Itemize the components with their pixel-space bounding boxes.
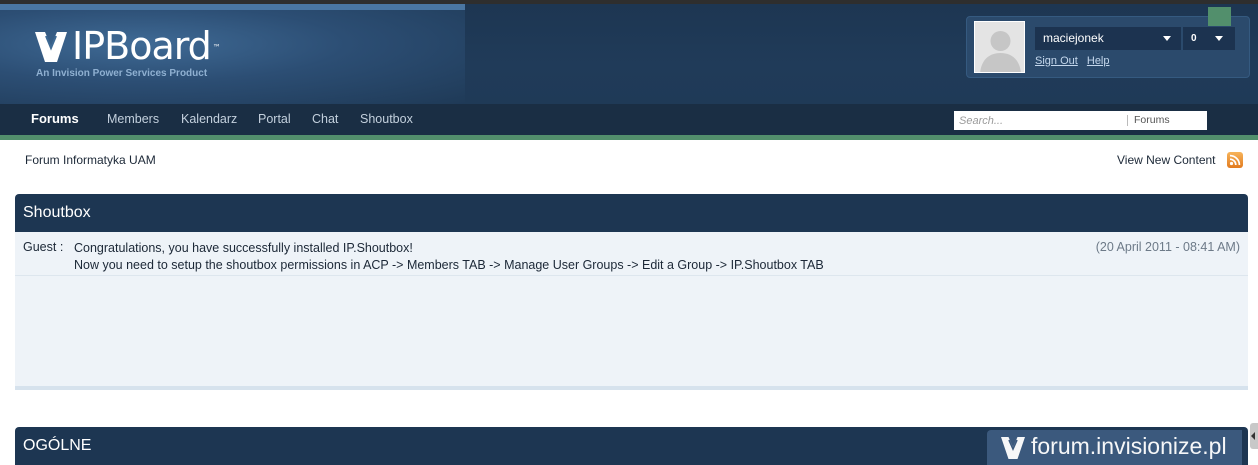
user-menu-dropdown[interactable]: maciejonek [1035, 27, 1181, 50]
logo-wordmark: IPBoard ™ [72, 24, 221, 68]
avatar-placeholder-icon [975, 22, 1024, 72]
tab-shoutbox[interactable]: Shoutbox [360, 104, 413, 135]
logo-text: IPBoard [72, 24, 212, 68]
shout-author[interactable]: Guest : [23, 240, 63, 254]
category-title-text[interactable]: OGÓLNE [23, 437, 91, 454]
sign-out-link[interactable]: Sign Out [1035, 55, 1078, 67]
shout-message-line-1: Congratulations, you have successfully i… [74, 241, 413, 255]
caret-down-icon [1215, 36, 1223, 41]
tab-forums[interactable]: Forums [31, 104, 79, 135]
breadcrumb-home[interactable]: Forum Informatyka UAM [25, 153, 156, 167]
notification-count: 0 [1191, 33, 1197, 44]
header-branding-area [0, 4, 465, 104]
rss-icon[interactable] [1227, 152, 1243, 168]
search-input[interactable] [954, 111, 1124, 130]
watermark-logo-icon [1001, 437, 1025, 459]
shout-message: Congratulations, you have successfully i… [74, 240, 824, 273]
shout-timestamp: (20 April 2011 - 08:41 AM) [1095, 240, 1240, 254]
user-links: Sign Out Help [1035, 55, 1116, 67]
search-scope-selector[interactable]: Forums [1134, 111, 1170, 130]
primary-navigation: Forums Members Kalendarz Portal Chat Sho… [0, 104, 1258, 135]
ipboard-logo-icon [35, 32, 67, 62]
username: maciejonek [1043, 31, 1104, 45]
avatar[interactable] [974, 21, 1025, 73]
shoutbox-footer-bar [15, 386, 1248, 390]
site-watermark: forum.invisionize.pl [987, 430, 1242, 465]
tab-members[interactable]: Members [107, 104, 159, 135]
tab-chat[interactable]: Chat [312, 104, 338, 135]
navbar-accent-line [0, 135, 1258, 140]
help-link[interactable]: Help [1087, 55, 1110, 67]
search-divider [1127, 115, 1128, 126]
logo-subtitle: An Invision Power Services Product [36, 68, 208, 79]
watermark-text: forum.invisionize.pl [1031, 433, 1227, 459]
shout-message-line-2: Now you need to setup the shoutbox permi… [74, 257, 824, 272]
notifications-dropdown[interactable]: 0 [1183, 27, 1235, 50]
shoutbox-body: Guest : Congratulations, you have succes… [15, 232, 1248, 387]
shoutbox-title: Shoutbox [15, 194, 1248, 232]
view-new-content-link[interactable]: View New Content [1117, 153, 1216, 167]
side-tab-arrow-icon[interactable] [1250, 423, 1258, 449]
header-highlight [0, 4, 465, 10]
tab-kalendarz[interactable]: Kalendarz [181, 104, 237, 135]
logo-trademark: ™ [212, 43, 221, 52]
search-submit-button[interactable] [1208, 7, 1231, 26]
search-box: Forums [954, 111, 1207, 130]
tab-portal[interactable]: Portal [258, 104, 291, 135]
caret-down-icon [1163, 36, 1171, 41]
rss-glyph [1229, 154, 1241, 166]
shout-entry: Guest : Congratulations, you have succes… [15, 232, 1248, 276]
site-header: IPBoard ™ An Invision Power Services Prod… [0, 4, 1258, 104]
